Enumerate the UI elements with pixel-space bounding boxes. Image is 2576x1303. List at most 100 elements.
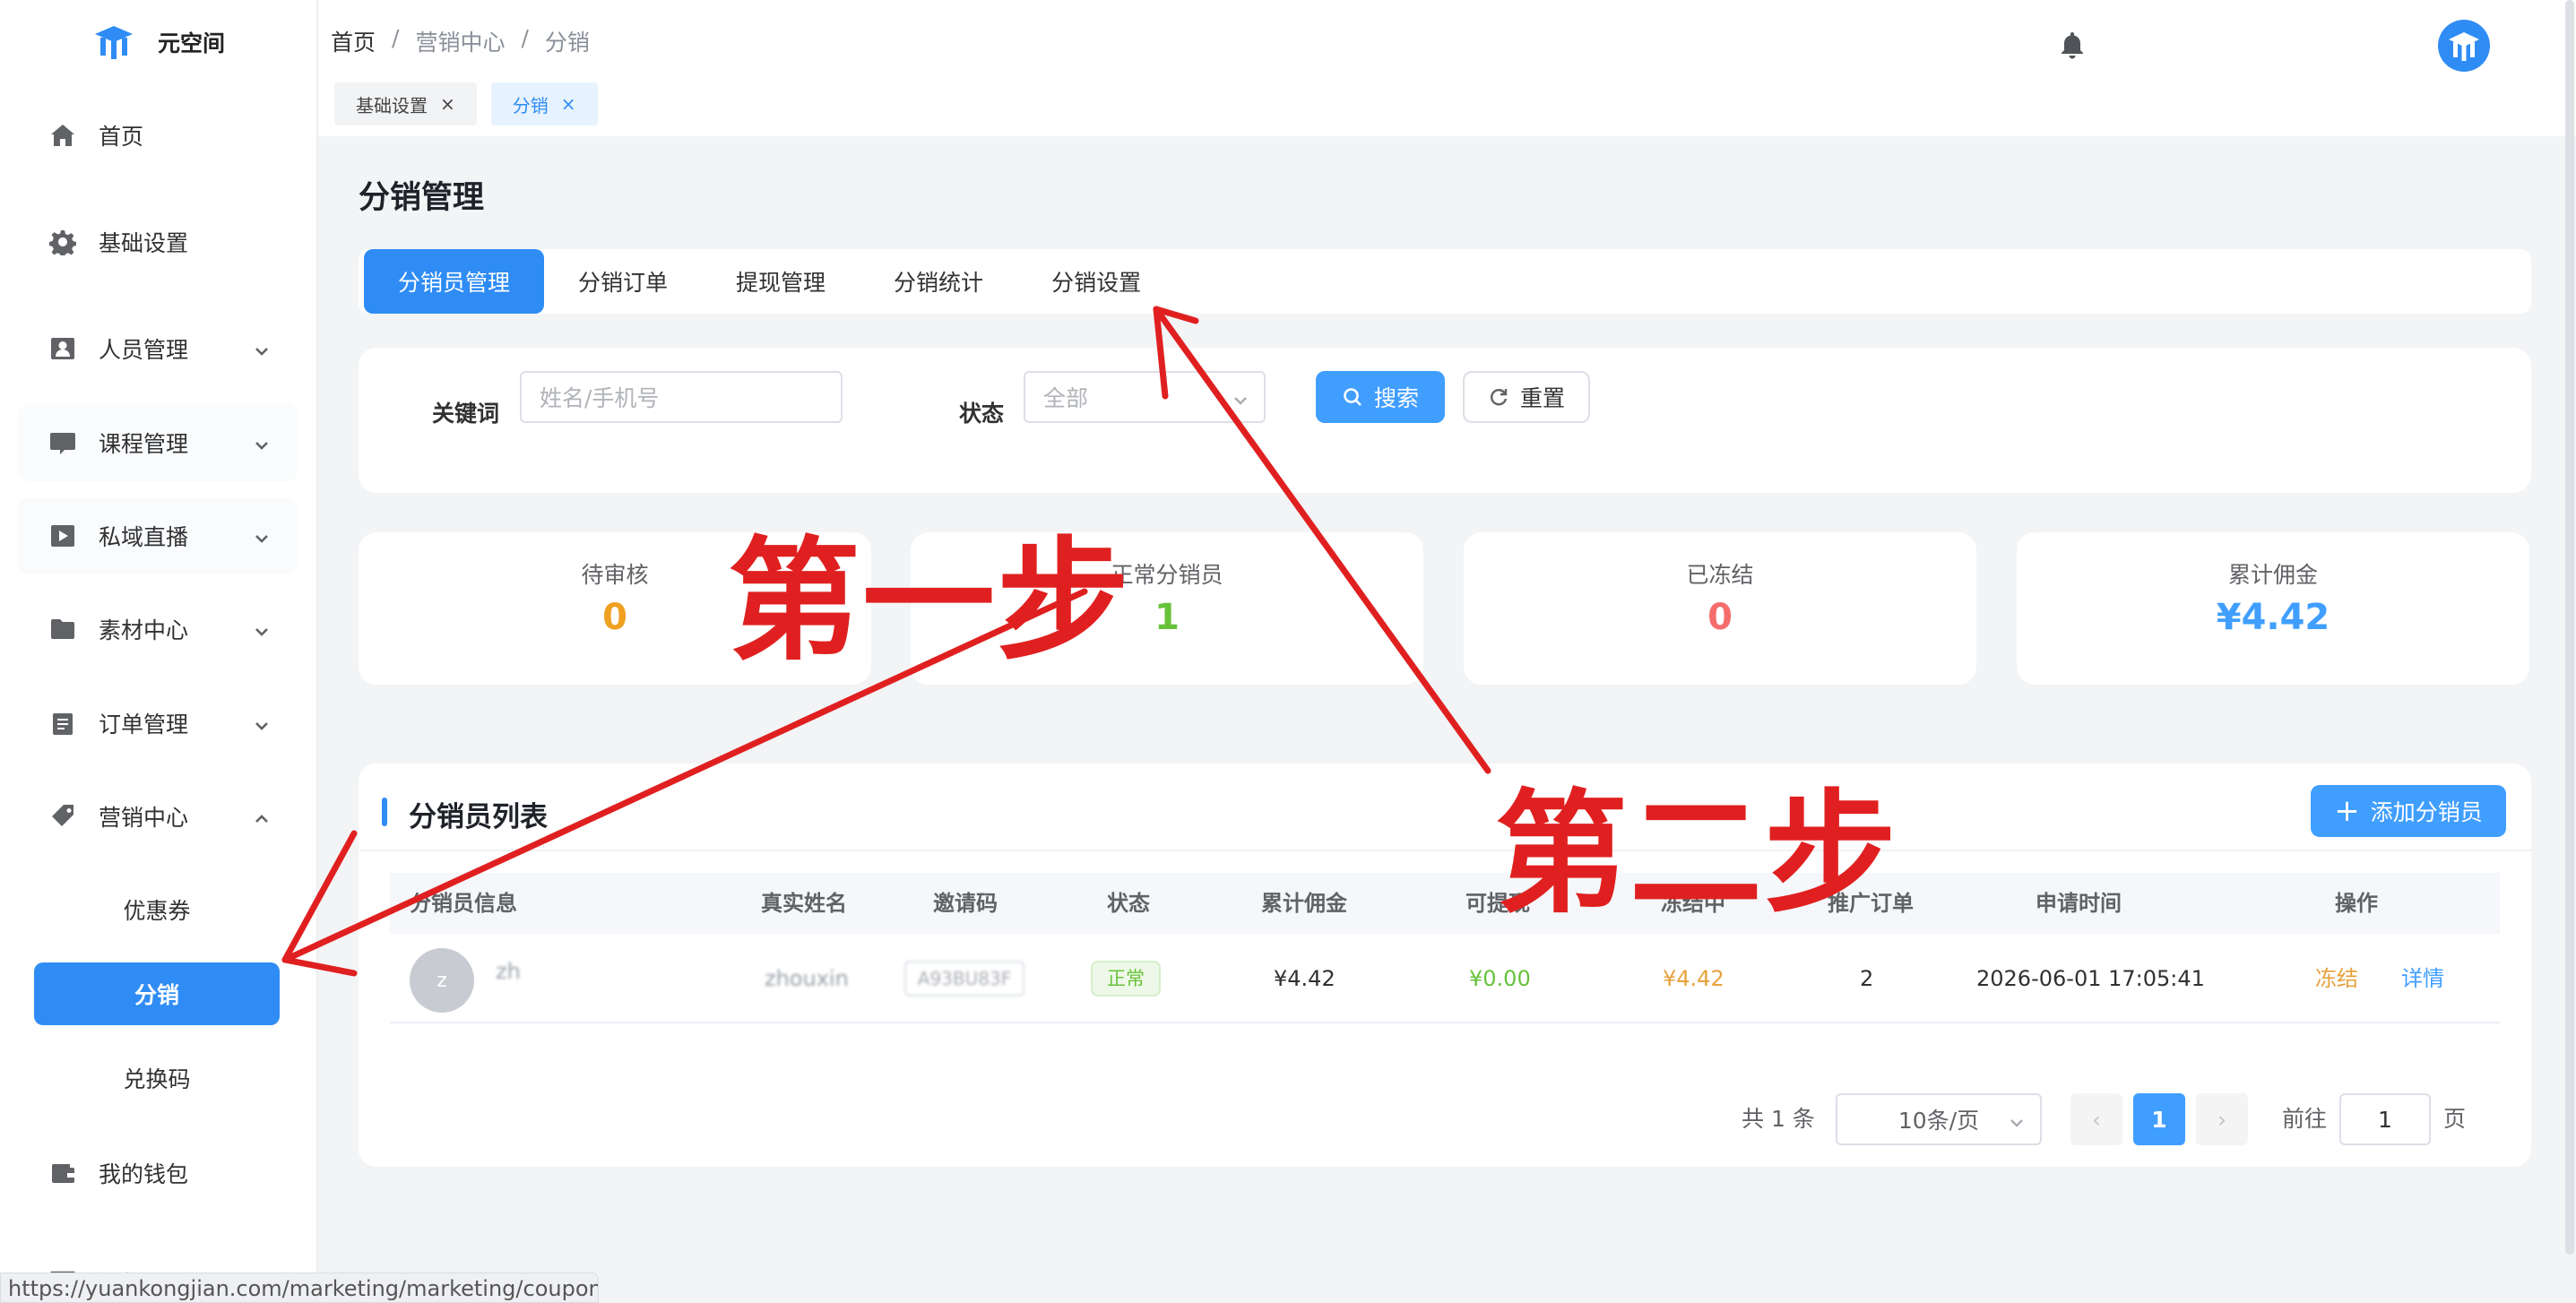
tag-icon — [48, 802, 77, 831]
column-header: 申请时间 — [2036, 891, 2122, 916]
sidebar-subitem-redeem-code[interactable]: 兑换码 — [36, 1047, 278, 1109]
chevron-down-icon — [1232, 389, 1249, 407]
distributor-nickname: zh — [496, 959, 521, 984]
sidebar-item-live[interactable]: 私域直播 — [18, 497, 298, 574]
breadcrumb-home[interactable]: 首页 — [331, 25, 376, 57]
column-header: 累计佣金 — [1261, 891, 1347, 916]
tab-distribution-settings[interactable]: 分销设置 — [1017, 249, 1175, 314]
sidebar-subitem-coupon[interactable]: 优惠券 — [36, 878, 278, 941]
status-label: 状态 — [959, 401, 1005, 427]
applied-time: 2026-06-01 17:05:41 — [1976, 966, 2205, 991]
avatar[interactable] — [2438, 20, 2490, 72]
invite-code: A93BU83F — [904, 961, 1024, 997]
stat-label: 累计佣金 — [2227, 562, 2318, 588]
sidebar-item-materials[interactable]: 素材中心 — [18, 591, 298, 668]
reset-button-label: 重置 — [1519, 385, 1565, 411]
logo-text: 元空间 — [158, 30, 226, 56]
add-distributor-label: 添加分销员 — [2370, 799, 2483, 825]
sidebar-item-label: 私域直播 — [99, 524, 189, 550]
sidebar-item-label: 基础设置 — [99, 230, 189, 256]
distributor-list-card: 分销员列表 + 添加分销员 分销员信息 真实姓名 邀请码 状态 累计佣金 可提现… — [359, 764, 2531, 1167]
view-tab-basic-settings[interactable]: 基础设置 × — [334, 82, 477, 125]
page-size-select[interactable]: 10条/页 — [1836, 1093, 2042, 1145]
divider — [359, 850, 2531, 851]
breadcrumb-separator: / — [521, 25, 529, 51]
keyword-input[interactable]: 姓名/手机号 — [520, 371, 843, 423]
vertical-scrollbar[interactable] — [2565, 0, 2574, 1255]
view-tabs: 基础设置 × 分销 × — [334, 82, 598, 125]
tab-distribution-orders[interactable]: 分销订单 — [544, 249, 702, 314]
reset-button[interactable]: 重置 — [1463, 371, 1590, 423]
stat-value: 0 — [1707, 597, 1733, 638]
logo[interactable]: 元空间 — [93, 20, 225, 65]
main-tabs: 分销员管理 分销订单 提现管理 分销统计 分销设置 — [359, 249, 2531, 314]
home-icon — [48, 121, 77, 150]
table-row: z zh zhouxin A93BU83F 正常 ¥4.42 ¥0.00 ¥4.… — [390, 934, 2500, 1023]
play-icon — [48, 522, 77, 550]
column-header: 邀请码 — [933, 891, 998, 916]
promo-order-count: 2 — [1860, 966, 1874, 991]
refresh-icon — [1490, 389, 1508, 406]
chevron-down-icon — [2008, 1111, 2026, 1129]
logo-icon — [95, 26, 133, 59]
sidebar-item-courses[interactable]: 课程管理 — [18, 404, 298, 481]
bell-icon[interactable] — [2059, 30, 2088, 61]
annotation-step-two: 第二步 — [1495, 777, 1898, 931]
annotation-step-one: 第一步 — [728, 524, 1131, 678]
close-icon[interactable]: × — [561, 93, 576, 115]
sidebar-item-wallet[interactable]: 我的钱包 — [18, 1135, 298, 1212]
sidebar-item-label: 素材中心 — [99, 617, 189, 643]
list-title: 分销员列表 — [409, 801, 548, 833]
table-header: 分销员信息 真实姓名 邀请码 状态 累计佣金 可提现 冻结中 推广订单 申请时间… — [390, 873, 2500, 934]
view-tab-label: 基础设置 — [356, 94, 428, 116]
sidebar-item-label: 营销中心 — [99, 805, 189, 831]
chevron-down-icon — [253, 340, 271, 358]
view-tab-label: 分销 — [512, 94, 549, 116]
top-header: 首页 / 营销中心 / 分销 基础设置 × 分销 × — [318, 0, 2576, 136]
next-page-button[interactable]: › — [2196, 1093, 2248, 1145]
breadcrumb-separator: / — [392, 25, 400, 51]
search-button[interactable]: 搜索 — [1316, 371, 1445, 423]
column-header: 操作 — [2335, 891, 2378, 916]
tab-distributor-management[interactable]: 分销员管理 — [364, 249, 545, 314]
sidebar-subitem-distribution[interactable]: 分销 — [34, 962, 280, 1025]
avatar-logo-icon — [2449, 32, 2479, 61]
tab-withdrawal-management[interactable]: 提现管理 — [702, 249, 860, 314]
breadcrumb: 首页 / 营销中心 / 分销 — [331, 25, 590, 57]
view-tab-distribution[interactable]: 分销 × — [490, 82, 598, 125]
avatar: z — [410, 948, 474, 1013]
breadcrumb-current: 分销 — [544, 30, 590, 56]
wallet-icon — [48, 1159, 77, 1187]
search-button-label: 搜索 — [1373, 385, 1419, 411]
search-icon — [1344, 388, 1361, 406]
sidebar-item-marketing[interactable]: 营销中心 — [18, 778, 298, 855]
sidebar-item-basic-settings[interactable]: 基础设置 — [18, 203, 298, 280]
status-select[interactable]: 全部 — [1024, 371, 1266, 423]
page-suffix: 页 — [2443, 1106, 2467, 1132]
column-header: 分销员信息 — [410, 891, 517, 916]
detail-link[interactable]: 详情 — [2401, 934, 2444, 1023]
sidebar-item-label: 订单管理 — [99, 712, 189, 738]
goto-page-input[interactable]: 1 — [2339, 1093, 2431, 1145]
current-page-button[interactable]: 1 — [2133, 1093, 2185, 1145]
keyword-label: 关键词 — [432, 401, 500, 427]
sidebar-item-label: 我的钱包 — [99, 1161, 189, 1187]
status-select-value: 全部 — [1043, 385, 1089, 411]
prev-page-button[interactable]: ‹ — [2070, 1093, 2122, 1145]
sidebar-item-label: 课程管理 — [99, 431, 189, 457]
close-icon[interactable]: × — [440, 93, 455, 115]
add-distributor-button[interactable]: + 添加分销员 — [2311, 785, 2506, 837]
folder-icon — [48, 615, 77, 643]
goto-label: 前往 — [2282, 1106, 2328, 1132]
sidebar-item-staff[interactable]: 人员管理 — [18, 310, 298, 387]
chevron-down-icon — [253, 714, 271, 732]
title-accent-bar — [382, 798, 387, 826]
sidebar-item-orders[interactable]: 订单管理 — [18, 685, 298, 762]
tab-distribution-stats[interactable]: 分销统计 — [860, 249, 1017, 314]
filter-card: 关键词 姓名/手机号 状态 全部 搜索 重置 — [359, 348, 2531, 493]
freeze-link[interactable]: 冻结 — [2315, 934, 2358, 1023]
sidebar-item-home[interactable]: 首页 — [18, 97, 298, 174]
sidebar-item-label: 首页 — [99, 124, 144, 150]
link-status-url: https://yuankongjian.com/marketing/marke… — [0, 1273, 599, 1303]
breadcrumb-parent[interactable]: 营销中心 — [415, 25, 505, 57]
